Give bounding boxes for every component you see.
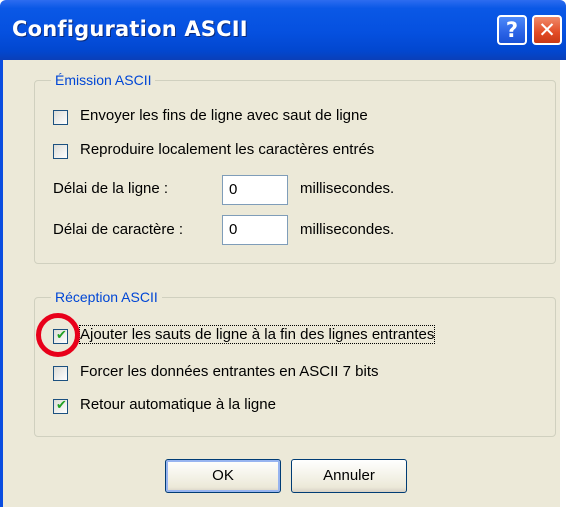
line-delay-unit: millisecondes. [300,180,395,197]
echo-local-checkbox[interactable] [53,144,68,159]
ok-button[interactable]: OK [165,459,281,493]
cancel-button[interactable]: Annuler [291,459,407,493]
echo-local-label[interactable]: Reproduire localement les caractères ent… [80,141,374,158]
force-7bit-label[interactable]: Forcer les données entrantes en ASCII 7 … [80,363,379,380]
emission-legend: Émission ASCII [51,72,156,88]
title-bar[interactable]: Configuration ASCII ? ✕ [0,0,566,60]
line-delay-input[interactable]: 0 [222,175,288,205]
char-delay-unit: millisecondes. [300,221,395,238]
force-7bit-checkbox[interactable] [53,366,68,381]
char-delay-label: Délai de caractère : [53,221,184,238]
close-icon[interactable]: ✕ [532,15,562,45]
highlight-circle [36,313,80,357]
send-line-ends-checkbox[interactable] [53,110,68,125]
reception-legend: Réception ASCII [51,289,162,305]
window-border-right [560,60,566,507]
line-delay-label: Délai de la ligne : [53,180,169,197]
help-icon[interactable]: ? [497,15,527,45]
word-wrap-checkbox[interactable]: ✔ [53,398,68,414]
word-wrap-label[interactable]: Retour automatique à la ligne [80,396,276,413]
char-delay-input[interactable]: 0 [222,215,288,245]
window-border-left [0,60,3,507]
window-title: Configuration ASCII [12,17,248,41]
send-line-ends-label[interactable]: Envoyer les fins de ligne avec saut de l… [80,107,368,124]
checkmark-icon: ✔ [56,398,67,413]
ascii-config-dialog: Configuration ASCII ? ✕ Émission ASCII E… [0,0,566,507]
add-line-feeds-label[interactable]: Ajouter les sauts de ligne à la fin des … [78,325,436,344]
